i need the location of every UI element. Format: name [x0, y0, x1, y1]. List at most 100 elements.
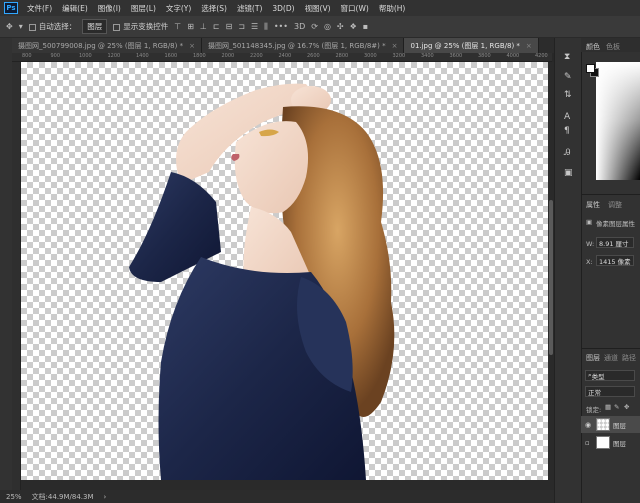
lock-move-icon[interactable]: ✥ — [624, 403, 629, 411]
ruler-tick-label: 1800 — [193, 53, 206, 59]
panel-icon-strip: ⧗ ✎ ⇅ A ¶ Ꭿ ▣ — [554, 38, 581, 503]
ruler-tick-label: 1200 — [107, 53, 121, 59]
3d-rotate-icon[interactable]: ⟳ — [311, 22, 318, 31]
layer-filter-kind-label: 类型 — [591, 372, 605, 381]
tab-doc-1-label: 摄图网_500799008.jpg @ 25% (图层 1, RGB/8) * — [18, 41, 184, 50]
tab-properties[interactable]: 属性 — [586, 200, 600, 210]
menu-type[interactable]: 文字(Y) — [161, 3, 196, 14]
layer-name: 图层 — [613, 439, 626, 448]
lock-label: 锁定: — [586, 406, 602, 414]
menu-layer[interactable]: 图层(L) — [126, 3, 161, 14]
adjustments-icon[interactable]: ⇅ — [564, 90, 572, 100]
tab-swatches[interactable]: 色板 — [606, 42, 620, 52]
ruler-tick-label: 3400 — [421, 53, 434, 59]
eye-icon[interactable]: ◉ — [585, 421, 593, 429]
ruler-tick-label: 2400 — [278, 53, 292, 59]
menu-view[interactable]: 视图(V) — [300, 3, 336, 14]
width-field[interactable]: 8.91 厘寸 — [596, 237, 634, 248]
ruler-tick-label: 4200 — [535, 53, 548, 59]
document-size: 文档:44.9M/84.3M — [31, 492, 94, 501]
menu-3d[interactable]: 3D(D) — [267, 4, 299, 13]
align-right-icon[interactable]: ⊐ — [238, 22, 245, 31]
auto-select-checkbox[interactable]: 自动选择： — [28, 21, 77, 32]
ruler-tick-label: 2600 — [307, 53, 320, 59]
menu-edit[interactable]: 编辑(E) — [57, 3, 93, 14]
tab-color[interactable]: 颜色 — [586, 42, 600, 52]
distribute-h-icon[interactable]: ⫼ — [264, 22, 268, 32]
brush-settings-icon[interactable]: ✎ — [564, 72, 572, 82]
visibility-off-icon[interactable]: ▫ — [585, 439, 593, 447]
horizontal-scrollbar[interactable] — [21, 480, 548, 490]
x-field[interactable]: 1415 像素 — [596, 255, 634, 266]
tab-doc-2[interactable]: 摄图网_501148345.jpg @ 16.7% (图层 1, RGB/8#)… — [201, 38, 405, 53]
glyphs-icon[interactable]: Ꭿ — [564, 148, 571, 158]
document-canvas[interactable] — [21, 62, 548, 480]
ruler-tick-label: 1600 — [164, 53, 178, 59]
image-icon: ▣ — [586, 218, 593, 226]
layer-thumbnail — [596, 436, 610, 449]
align-left-icon[interactable]: ⊏ — [213, 22, 220, 31]
align-center-icon[interactable]: ⊟ — [226, 22, 233, 31]
tab-channels[interactable]: 通道 — [604, 353, 618, 363]
distribute-icon[interactable]: ☰ — [251, 22, 258, 31]
layer-name: 图层 — [613, 421, 626, 430]
layer-thumbnail — [596, 418, 610, 431]
blend-mode-select[interactable]: 正常 — [585, 386, 635, 397]
clone-source-icon[interactable]: ▣ — [564, 168, 573, 178]
layer-row[interactable]: ◉ 图层 — [581, 416, 640, 433]
lock-pixels-icon[interactable]: ▦ — [605, 403, 611, 411]
3d-scale-icon[interactable]: ▪ — [363, 22, 368, 31]
close-icon[interactable]: × — [189, 42, 195, 50]
lock-brush-icon[interactable]: ✎ — [614, 403, 619, 411]
pixel-layer-properties-label: 像素图层属性 — [596, 220, 635, 228]
character-icon[interactable]: A — [564, 112, 570, 122]
paragraph-icon[interactable]: ¶ — [564, 126, 570, 136]
ruler-tick-label: 2000 — [221, 53, 235, 59]
status-bar: 25% 文档:44.9M/84.3M › — [0, 490, 554, 503]
zoom-level[interactable]: 25% — [6, 493, 22, 501]
options-bar: ✥ ▾ 自动选择： 图层 显示变换控件 ⊤ ⊞ ⊥ ⊏ ⊟ ⊐ ☰ ⫼ ••• … — [0, 16, 640, 38]
photoshop-logo: Ps — [4, 2, 18, 14]
3d-slide-icon[interactable]: ❖ — [350, 22, 357, 31]
layer-filter-kind[interactable]: ⌕ 类型 — [585, 370, 635, 381]
chevron-right-icon[interactable]: › — [104, 493, 107, 501]
tools-toolbar — [0, 38, 12, 503]
more-options-icon[interactable]: ••• — [274, 22, 288, 31]
foreground-color-swatch[interactable] — [586, 64, 595, 73]
menu-filter[interactable]: 滤镜(T) — [232, 3, 267, 14]
menu-select[interactable]: 选择(S) — [196, 3, 232, 14]
vertical-ruler — [12, 62, 21, 490]
vertical-scrollbar-thumb[interactable] — [549, 200, 553, 355]
close-icon[interactable]: × — [392, 42, 398, 50]
tab-paths[interactable]: 路径 — [622, 353, 636, 363]
chevron-down-icon[interactable]: ▾ — [19, 22, 23, 31]
auto-select-dropdown[interactable]: 图层 — [82, 19, 108, 34]
3d-mode-label-icon: 3D — [293, 22, 306, 31]
menu-file[interactable]: 文件(F) — [22, 3, 57, 14]
tab-doc-2-label: 摄图网_501148345.jpg @ 16.7% (图层 1, RGB/8#)… — [207, 41, 386, 50]
menu-image[interactable]: 图像(I) — [93, 3, 126, 14]
horizontal-ruler: 800 900 1000 1200 1400 1600 1800 2000 2200 2400 26… — [12, 53, 552, 62]
menu-bar: Ps 文件(F) 编辑(E) 图像(I) 图层(L) 文字(Y) 选择(S) 滤… — [0, 0, 640, 16]
move-tool-icon[interactable]: ✥ — [6, 22, 13, 31]
history-icon[interactable]: ⧗ — [564, 52, 570, 62]
ruler-tick-label: 1400 — [136, 53, 149, 59]
layer-row[interactable]: ▫ 图层 — [581, 434, 640, 451]
align-middle-icon[interactable]: ⊞ — [187, 22, 194, 31]
tab-doc-1[interactable]: 摄图网_500799008.jpg @ 25% (图层 1, RGB/8) * × — [12, 38, 202, 53]
ruler-tick-label: 3800 — [478, 53, 491, 59]
3d-pan-icon[interactable]: ✣ — [337, 22, 344, 31]
menu-help[interactable]: 帮助(H) — [374, 3, 411, 14]
tab-adjustments[interactable]: 调整 — [608, 200, 622, 210]
close-icon[interactable]: × — [526, 42, 532, 50]
menu-window[interactable]: 窗口(W) — [336, 3, 374, 14]
show-transform-checkbox[interactable]: 显示变换控件 — [113, 21, 168, 32]
3d-roll-icon[interactable]: ◎ — [324, 22, 331, 31]
auto-select-label: 自动选择： — [38, 22, 77, 31]
align-top-icon[interactable]: ⊤ — [174, 22, 181, 31]
tab-doc-3[interactable]: 01.jpg @ 25% (图层 1, RGB/8) * × — [404, 38, 539, 53]
tab-layers[interactable]: 图层 — [586, 353, 600, 363]
divider — [581, 348, 640, 349]
color-picker-overlay — [596, 62, 640, 180]
align-bottom-icon[interactable]: ⊥ — [200, 22, 207, 31]
